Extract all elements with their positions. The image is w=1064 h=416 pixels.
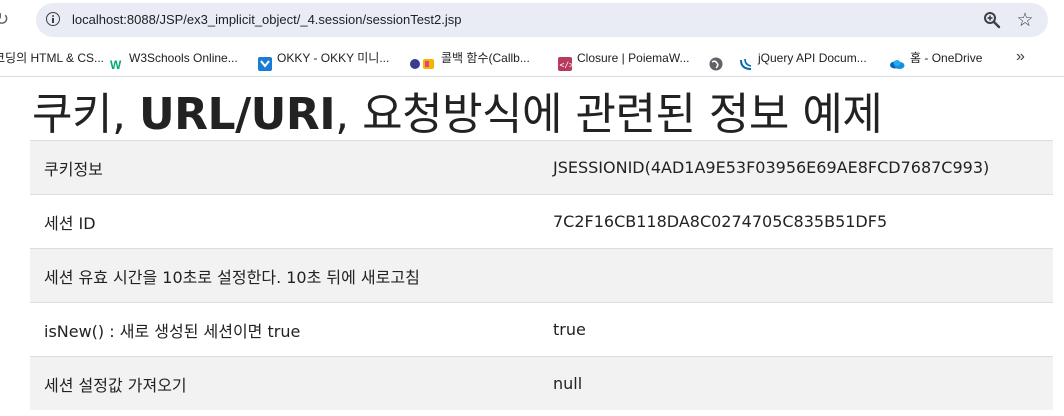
row-label: 쿠키정보 — [30, 140, 537, 195]
jquery-icon — [739, 50, 753, 70]
blog-icon — [410, 50, 436, 69]
onedrive-icon — [889, 50, 905, 69]
bookmark-html-css[interactable]: 코딩의 HTML & CS... — [0, 40, 104, 74]
bookmark-jquery[interactable]: jQuery API Docum... — [739, 40, 867, 74]
bookmark-label: jQuery API Docum... — [758, 50, 867, 65]
bookmark-label: 코딩의 HTML & CS... — [0, 50, 105, 65]
table-row: 세션 유효 시간을 10초로 설정한다. 10초 뒤에 새로고침 — [30, 248, 1053, 303]
row-label: 세션 ID — [30, 194, 537, 249]
svg-text:</>: </> — [560, 60, 573, 69]
row-value: 7C2F16CB118DA8C0274705C835B51DF5 — [537, 194, 1053, 249]
bookmark-onedrive[interactable]: 홈 - OneDrive — [889, 40, 982, 74]
title-bold-text: URL/URI — [138, 89, 336, 140]
address-bar[interactable]: localhost:8088/JSP/ex3_implicit_object/_… — [36, 3, 1048, 37]
info-icon[interactable] — [46, 12, 60, 26]
svg-text:W: W — [110, 58, 122, 71]
table-row: 쿠키정보 JSESSIONID(4AD1A9E53F03956E69AE8FCD… — [30, 140, 1053, 195]
session-info-table: 쿠키정보 JSESSIONID(4AD1A9E53F03956E69AE8FCD… — [30, 140, 1053, 410]
bookmark-label: W3Schools Online... — [129, 50, 238, 65]
reload-icon[interactable]: ↻ — [0, 9, 16, 31]
table-row: 세션 설정값 가져오기 null — [30, 356, 1053, 410]
poiemaweb-icon: </> — [558, 50, 574, 71]
row-label: 세션 유효 시간을 10초로 설정한다. 10초 뒤에 새로고침 — [30, 248, 537, 303]
bookmark-callback[interactable]: 콜백 함수(Callb... — [410, 40, 530, 74]
bookmark-label: 콜백 함수(Callb... — [441, 50, 530, 65]
bookmark-globe[interactable] — [709, 40, 728, 74]
title-text: 쿠키, — [32, 89, 139, 140]
star-icon[interactable]: ☆ — [1014, 9, 1036, 31]
bookmark-okky[interactable]: OKKY - OKKY 미니... — [258, 40, 389, 74]
globe-icon — [709, 50, 723, 71]
url-text[interactable]: localhost:8088/JSP/ex3_implicit_object/_… — [72, 3, 462, 37]
row-value — [537, 248, 1053, 303]
table-row: isNew() : 새로 생성된 세션이면 true true — [30, 302, 1053, 357]
bookmark-label: 홈 - OneDrive — [910, 50, 983, 65]
bookmarks-bar: 코딩의 HTML & CS... W W3Schools Online... O… — [0, 40, 1064, 77]
row-value: null — [537, 356, 1053, 410]
bookmark-w3schools[interactable]: W W3Schools Online... — [110, 40, 238, 74]
zoom-icon[interactable] — [983, 11, 1001, 29]
title-text: , 요청방식에 관련된 정보 예제 — [335, 89, 883, 140]
page-title: 쿠키, URL/URI, 요청방식에 관련된 정보 예제 — [32, 78, 883, 142]
browser-toolbar: ↻ localhost:8088/JSP/ex3_implicit_object… — [0, 0, 1064, 40]
row-value: JSESSIONID(4AD1A9E53F03956E69AE8FCD7687C… — [537, 140, 1053, 195]
row-label: 세션 설정값 가져오기 — [30, 356, 537, 410]
w3schools-icon: W — [110, 50, 124, 72]
row-value: true — [537, 302, 1053, 357]
bookmark-closure[interactable]: </> Closure | PoiemaW... — [558, 40, 690, 74]
table-row: 세션 ID 7C2F16CB118DA8C0274705C835B51DF5 — [30, 194, 1053, 249]
okky-icon — [258, 50, 272, 71]
bookmark-label: Closure | PoiemaW... — [577, 50, 690, 65]
row-label: isNew() : 새로 생성된 세션이면 true — [30, 302, 537, 357]
bookmark-label: OKKY - OKKY 미니... — [277, 50, 390, 65]
chevron-double-right-icon[interactable]: » — [1016, 40, 1025, 74]
